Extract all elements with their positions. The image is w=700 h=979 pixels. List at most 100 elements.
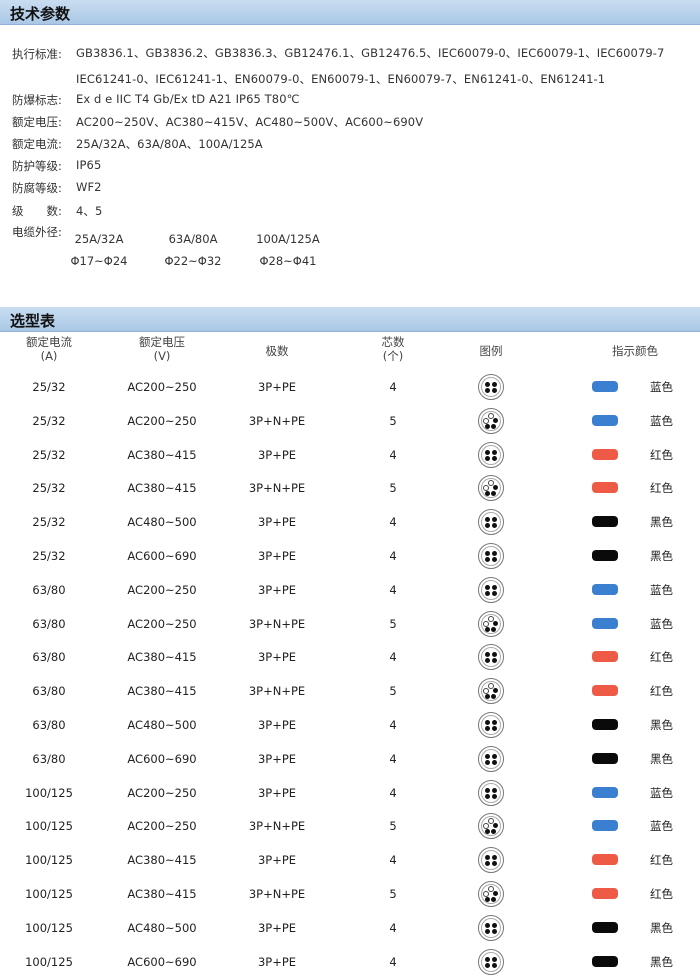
socket-diagram-icon <box>478 948 504 975</box>
cell-poles: 3P+N+PE <box>248 616 306 631</box>
cell-voltage: AC380~415 <box>127 887 197 901</box>
indicator-lamp-icon <box>592 685 618 697</box>
cell-voltage: AC200~250 <box>127 413 197 428</box>
cell-poles: 3P+N+PE <box>248 819 306 834</box>
spec-row-corrosion: 防腐等级: WF2 <box>12 180 102 196</box>
header-unit: (V) <box>153 349 171 363</box>
indicator-lamp-icon <box>592 719 618 730</box>
cell-cores: 4 <box>389 447 397 462</box>
cell-figure <box>466 742 516 776</box>
cell-voltage: AC480~500 <box>127 515 197 530</box>
socket-pin-icon <box>492 787 497 793</box>
socket-pin-icon <box>485 928 490 934</box>
socket-pin-icon <box>492 759 497 765</box>
socket-pin-icon <box>485 829 490 835</box>
cell-figure <box>466 809 516 843</box>
socket-pin-icon <box>492 584 497 590</box>
socket-diagram-icon <box>478 678 504 705</box>
cell-current: 100/125 <box>25 853 73 868</box>
header-color: 指示颜色 <box>612 344 658 358</box>
header-poles: 极数 <box>265 344 289 358</box>
socket-pin-icon <box>485 720 490 725</box>
cell-indicator-color: 黑色 <box>580 505 690 539</box>
socket-pin-icon <box>485 726 490 731</box>
socket-pin-icon <box>485 491 490 497</box>
indicator-lamp-icon <box>592 414 618 426</box>
cable-current: 63A/80A <box>168 232 218 246</box>
cell-poles: 3P+PE <box>257 447 297 462</box>
cable-diameter: Φ28~Φ41 <box>259 254 317 268</box>
cell-figure <box>466 708 516 742</box>
socket-pin-icon <box>492 928 497 934</box>
socket-pin-icon <box>491 694 496 700</box>
cell-poles: 3P+PE <box>257 785 297 800</box>
socket-pin-icon <box>485 449 490 455</box>
indicator-lamp-icon <box>592 786 618 798</box>
spec-label: 额定电压: <box>12 115 62 129</box>
cell-figure <box>466 471 516 505</box>
section-header-specs: 技术参数 <box>0 0 700 25</box>
cable-col: 63A/80A Φ22~Φ32 <box>148 228 238 272</box>
color-name: 黑色 <box>650 751 673 766</box>
spec-row-voltage: 额定电压: AC200~250V、AC380~415V、AC480~500V、A… <box>12 114 423 130</box>
table-row: 63/80 AC480~500 3P+PE 4 黑色 <box>0 708 700 742</box>
socket-pin-icon <box>492 922 497 928</box>
header-current: 额定电流 (A) <box>10 335 88 363</box>
table-row: 25/32 AC380~415 3P+PE 4 红色 <box>0 438 700 472</box>
socket-pin-icon <box>492 658 497 664</box>
table-header: 额定电流 (A) 额定电压 (V) 极数 芯数 (个) 图例 指示颜色 <box>0 332 700 372</box>
indicator-lamp-icon <box>592 888 618 899</box>
cell-current: 25/32 <box>32 549 66 563</box>
socket-pin-icon <box>493 485 498 491</box>
cell-poles: 3P+N+PE <box>248 684 306 699</box>
cell-voltage: AC380~415 <box>127 481 197 496</box>
cell-cores: 4 <box>389 853 397 868</box>
cable-col: 100A/125A Φ28~Φ41 <box>243 228 333 272</box>
spec-label: 防腐等级: <box>12 181 62 195</box>
indicator-lamp-icon <box>592 583 618 595</box>
section-header-selection: 选型表 <box>0 307 700 332</box>
cell-figure <box>466 539 516 573</box>
cell-current: 100/125 <box>25 785 73 800</box>
cell-figure <box>466 843 516 877</box>
socket-pin-icon <box>491 423 496 429</box>
table-row: 25/32 AC200~250 3P+N+PE 5 蓝色 <box>0 404 700 438</box>
cell-current: 25/32 <box>32 481 66 496</box>
header-cores: 芯数 (个) <box>348 335 438 363</box>
cable-diameter: Φ17~Φ24 <box>70 254 128 268</box>
socket-diagram-icon <box>478 374 504 400</box>
indicator-lamp-icon <box>592 482 618 494</box>
socket-pin-icon <box>485 658 490 664</box>
cell-current: 63/80 <box>32 718 66 732</box>
socket-diagram-icon <box>478 813 504 840</box>
cell-voltage: AC200~250 <box>127 785 197 800</box>
cell-cores: 5 <box>389 413 397 428</box>
cable-current: 100A/125A <box>256 232 320 246</box>
cell-figure <box>466 607 516 641</box>
socket-diagram-icon <box>478 847 504 874</box>
socket-diagram-icon <box>478 745 504 772</box>
cell-indicator-color: 黑色 <box>580 742 690 776</box>
cell-indicator-color: 蓝色 <box>580 370 690 404</box>
section-title: 技术参数 <box>10 5 71 23</box>
cell-current: 100/125 <box>25 954 73 969</box>
socket-pin-icon <box>491 626 496 632</box>
table-row: 63/80 AC600~690 3P+PE 4 黑色 <box>0 742 700 776</box>
table-row: 100/125 AC480~500 3P+PE 4 黑色 <box>0 911 700 945</box>
cell-cores: 4 <box>389 718 397 732</box>
cell-poles: 3P+N+PE <box>248 481 306 496</box>
table-row: 100/125 AC600~690 3P+PE 4 黑色 <box>0 945 700 979</box>
socket-diagram-icon <box>478 881 504 907</box>
cell-figure <box>466 945 516 979</box>
socket-pin-icon <box>492 455 497 461</box>
cell-indicator-color: 蓝色 <box>580 607 690 641</box>
socket-pin-icon <box>492 861 497 867</box>
spec-row-poles: 级 数: 4、5 <box>12 203 102 219</box>
color-name: 蓝色 <box>650 380 673 394</box>
cell-indicator-color: 蓝色 <box>580 404 690 438</box>
color-name: 蓝色 <box>650 785 673 800</box>
socket-pin-icon <box>485 793 490 799</box>
socket-pin-icon <box>485 551 490 556</box>
socket-pin-icon <box>493 620 498 626</box>
color-name: 黑色 <box>650 549 673 563</box>
